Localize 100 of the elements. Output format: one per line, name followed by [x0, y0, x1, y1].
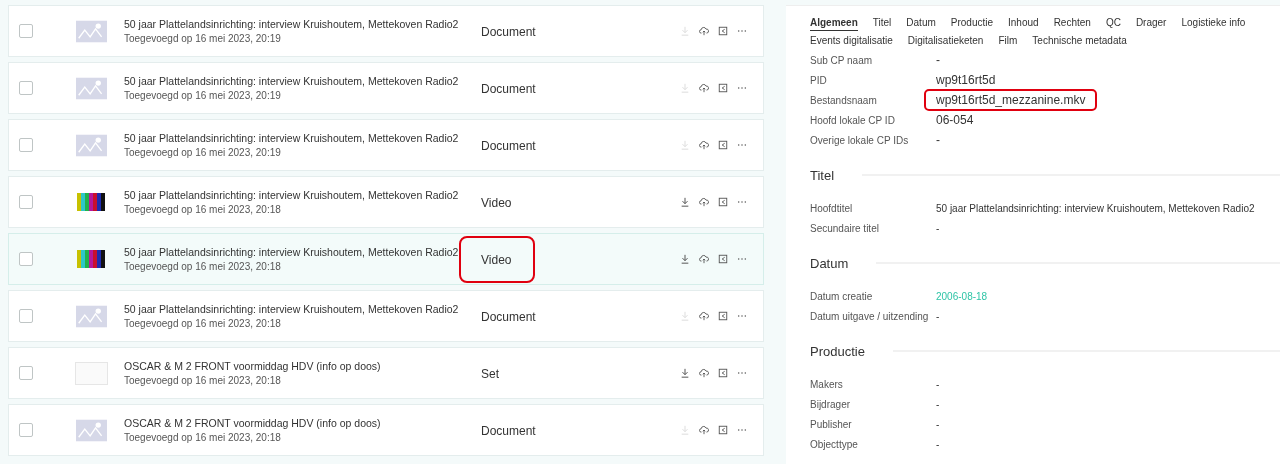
added-date: Toegevoegd op 16 mei 2023, 20:19	[124, 90, 282, 101]
checkbox[interactable]	[19, 81, 33, 95]
field-label: Makers	[810, 378, 844, 390]
metadata-tab[interactable]: Titel	[872, 16, 892, 31]
field-label: Overige lokale CP IDs	[810, 134, 910, 146]
field-value: -	[935, 437, 941, 452]
checkbox[interactable]	[19, 252, 33, 266]
field-label: Publisher	[810, 418, 853, 430]
cloud-icon[interactable]	[699, 368, 709, 378]
added-date: Toegevoegd op 16 mei 2023, 20:19	[124, 147, 282, 158]
metadata-tab[interactable]: Algemeen	[810, 16, 858, 31]
metadata-tab[interactable]: Inhoud	[1008, 16, 1039, 31]
metadata-tab[interactable]: Digitalisatieketen	[907, 34, 984, 49]
cloud-icon[interactable]	[699, 140, 709, 150]
color-bars-thumbnail	[77, 193, 105, 211]
frame-icon[interactable]	[718, 197, 728, 207]
field-value: -	[935, 397, 941, 412]
field-value: wp9t16rt5d_mezzanine.mkv	[924, 89, 1098, 111]
item-title[interactable]: 50 jaar Plattelandsinrichting: interview Kruishoutem, Mettekoven Radio2	[124, 189, 469, 202]
download-icon[interactable]	[680, 254, 690, 264]
result-row[interactable]: 50 jaar Plattelandsinrichting: interview Kruishoutem, Mettekoven Radio2 Toegevoegd op 16 mei 2023, 20:18 Video	[8, 233, 764, 285]
frame-icon[interactable]	[718, 26, 728, 36]
checkbox[interactable]	[19, 24, 33, 38]
metadata-tab[interactable]: Productie	[950, 16, 994, 31]
result-row[interactable]: 50 jaar Plattelandsinrichting: interview Kruishoutem, Mettekoven Radio2 Toegevoegd op 16 mei 2023, 20:19 Document	[8, 5, 764, 57]
added-date: Toegevoegd op 16 mei 2023, 20:18	[124, 261, 282, 272]
item-type: Video	[480, 194, 513, 212]
section-heading: Titel	[810, 167, 835, 183]
field-label: Datum uitgave / uitzending	[810, 310, 930, 322]
checkbox[interactable]	[19, 309, 33, 323]
field-label: Bestandsnaam	[810, 94, 878, 106]
download-icon[interactable]	[680, 368, 690, 378]
added-date: Toegevoegd op 16 mei 2023, 20:18	[124, 204, 282, 215]
item-title[interactable]: OSCAR & M 2 FRONT voormiddag HDV (info op doos)	[124, 417, 469, 430]
field-value: -	[935, 52, 941, 69]
field-label: Datum creatie	[810, 290, 874, 302]
field-label: Hoofd lokale CP ID	[810, 114, 896, 126]
checkbox[interactable]	[19, 366, 33, 380]
cloud-icon[interactable]	[699, 26, 709, 36]
preview-unavailable-thumbnail	[74, 361, 108, 385]
field-value: 06-054	[935, 112, 975, 129]
cloud-icon[interactable]	[699, 311, 709, 321]
result-row[interactable]: OSCAR & M 2 FRONT voormiddag HDV (info op doos) Toegevoegd op 16 mei 2023, 20:18 Document	[8, 404, 764, 456]
section-heading: Productie	[810, 343, 865, 359]
field-value: -	[935, 221, 941, 236]
result-row[interactable]: OSCAR & M 2 FRONT voormiddag HDV (info op doos) Toegevoegd op 16 mei 2023, 20:18 Set	[8, 347, 764, 399]
item-title[interactable]: 50 jaar Plattelandsinrichting: interview Kruishoutem, Mettekoven Radio2	[124, 132, 469, 145]
field-label: Objecttype	[810, 438, 859, 450]
item-title[interactable]: 50 jaar Plattelandsinrichting: interview Kruishoutem, Mettekoven Radio2	[124, 303, 469, 316]
field-label: Hoofdtitel	[810, 202, 854, 214]
frame-icon[interactable]	[718, 140, 728, 150]
field-label: Secundaire titel	[810, 222, 880, 234]
color-bars-thumbnail	[77, 250, 105, 268]
field-value: 50 jaar Plattelandsinrichting: interview Kruishoutem, Mettekoven Radio2	[935, 201, 1256, 216]
metadata-tab[interactable]: Film	[998, 34, 1018, 49]
added-date: Toegevoegd op 16 mei 2023, 20:18	[124, 432, 282, 443]
item-type: Document	[480, 308, 537, 326]
frame-icon[interactable]	[718, 425, 728, 435]
item-type: Set	[480, 365, 500, 383]
added-date: Toegevoegd op 16 mei 2023, 20:18	[124, 375, 282, 386]
added-date: Toegevoegd op 16 mei 2023, 20:19	[124, 33, 282, 44]
item-type: Document	[480, 137, 537, 155]
cloud-icon[interactable]	[699, 83, 709, 93]
item-title[interactable]: OSCAR & M 2 FRONT voormiddag HDV (info op doos)	[124, 360, 469, 373]
download-icon[interactable]	[680, 197, 690, 207]
metadata-tab[interactable]: Technische metadata	[1032, 34, 1127, 49]
checkbox[interactable]	[19, 138, 33, 152]
field-label: Sub CP naam	[810, 54, 874, 66]
result-row[interactable]: 50 jaar Plattelandsinrichting: interview Kruishoutem, Mettekoven Radio2 Toegevoegd op 16 mei 2023, 20:18 Document	[8, 290, 764, 342]
frame-icon[interactable]	[718, 83, 728, 93]
metadata-tab[interactable]: Datum	[906, 16, 936, 31]
section-heading: Datum	[810, 255, 849, 271]
frame-icon[interactable]	[718, 254, 728, 264]
item-title[interactable]: 50 jaar Plattelandsinrichting: interview Kruishoutem, Mettekoven Radio2	[124, 75, 469, 88]
cloud-icon[interactable]	[699, 425, 709, 435]
result-row[interactable]: 50 jaar Plattelandsinrichting: interview Kruishoutem, Mettekoven Radio2 Toegevoegd op 16 mei 2023, 20:19 Document	[8, 62, 764, 114]
item-type: Video	[459, 235, 536, 283]
checkbox[interactable]	[19, 423, 33, 437]
result-row[interactable]: 50 jaar Plattelandsinrichting: interview Kruishoutem, Mettekoven Radio2 Toegevoegd op 16 mei 2023, 20:19 Document	[8, 119, 764, 171]
frame-icon[interactable]	[718, 311, 728, 321]
item-type: Document	[480, 23, 537, 41]
field-value: wp9t16rt5d	[935, 72, 997, 89]
field-value: -	[935, 377, 941, 392]
frame-icon[interactable]	[718, 368, 728, 378]
item-type: Document	[480, 422, 537, 440]
cloud-icon[interactable]	[699, 197, 709, 207]
cloud-icon[interactable]	[699, 254, 709, 264]
metadata-tab[interactable]: Drager	[1135, 16, 1167, 31]
field-value: -	[935, 132, 941, 149]
metadata-tab[interactable]: Logistieke info	[1181, 16, 1246, 31]
metadata-tab[interactable]: Events digitalisatie	[810, 34, 893, 49]
metadata-tab[interactable]: QC	[1105, 16, 1121, 31]
result-row[interactable]: 50 jaar Plattelandsinrichting: interview Kruishoutem, Mettekoven Radio2 Toegevoegd op 16 mei 2023, 20:18 Video	[8, 176, 764, 228]
item-type: Document	[480, 80, 537, 98]
field-label: PID	[810, 74, 828, 86]
checkbox[interactable]	[19, 195, 33, 209]
metadata-tab[interactable]: Rechten	[1053, 16, 1091, 31]
added-date: Toegevoegd op 16 mei 2023, 20:18	[124, 318, 282, 329]
field-value: -	[935, 417, 941, 432]
item-title[interactable]: 50 jaar Plattelandsinrichting: interview Kruishoutem, Mettekoven Radio2	[124, 18, 469, 31]
